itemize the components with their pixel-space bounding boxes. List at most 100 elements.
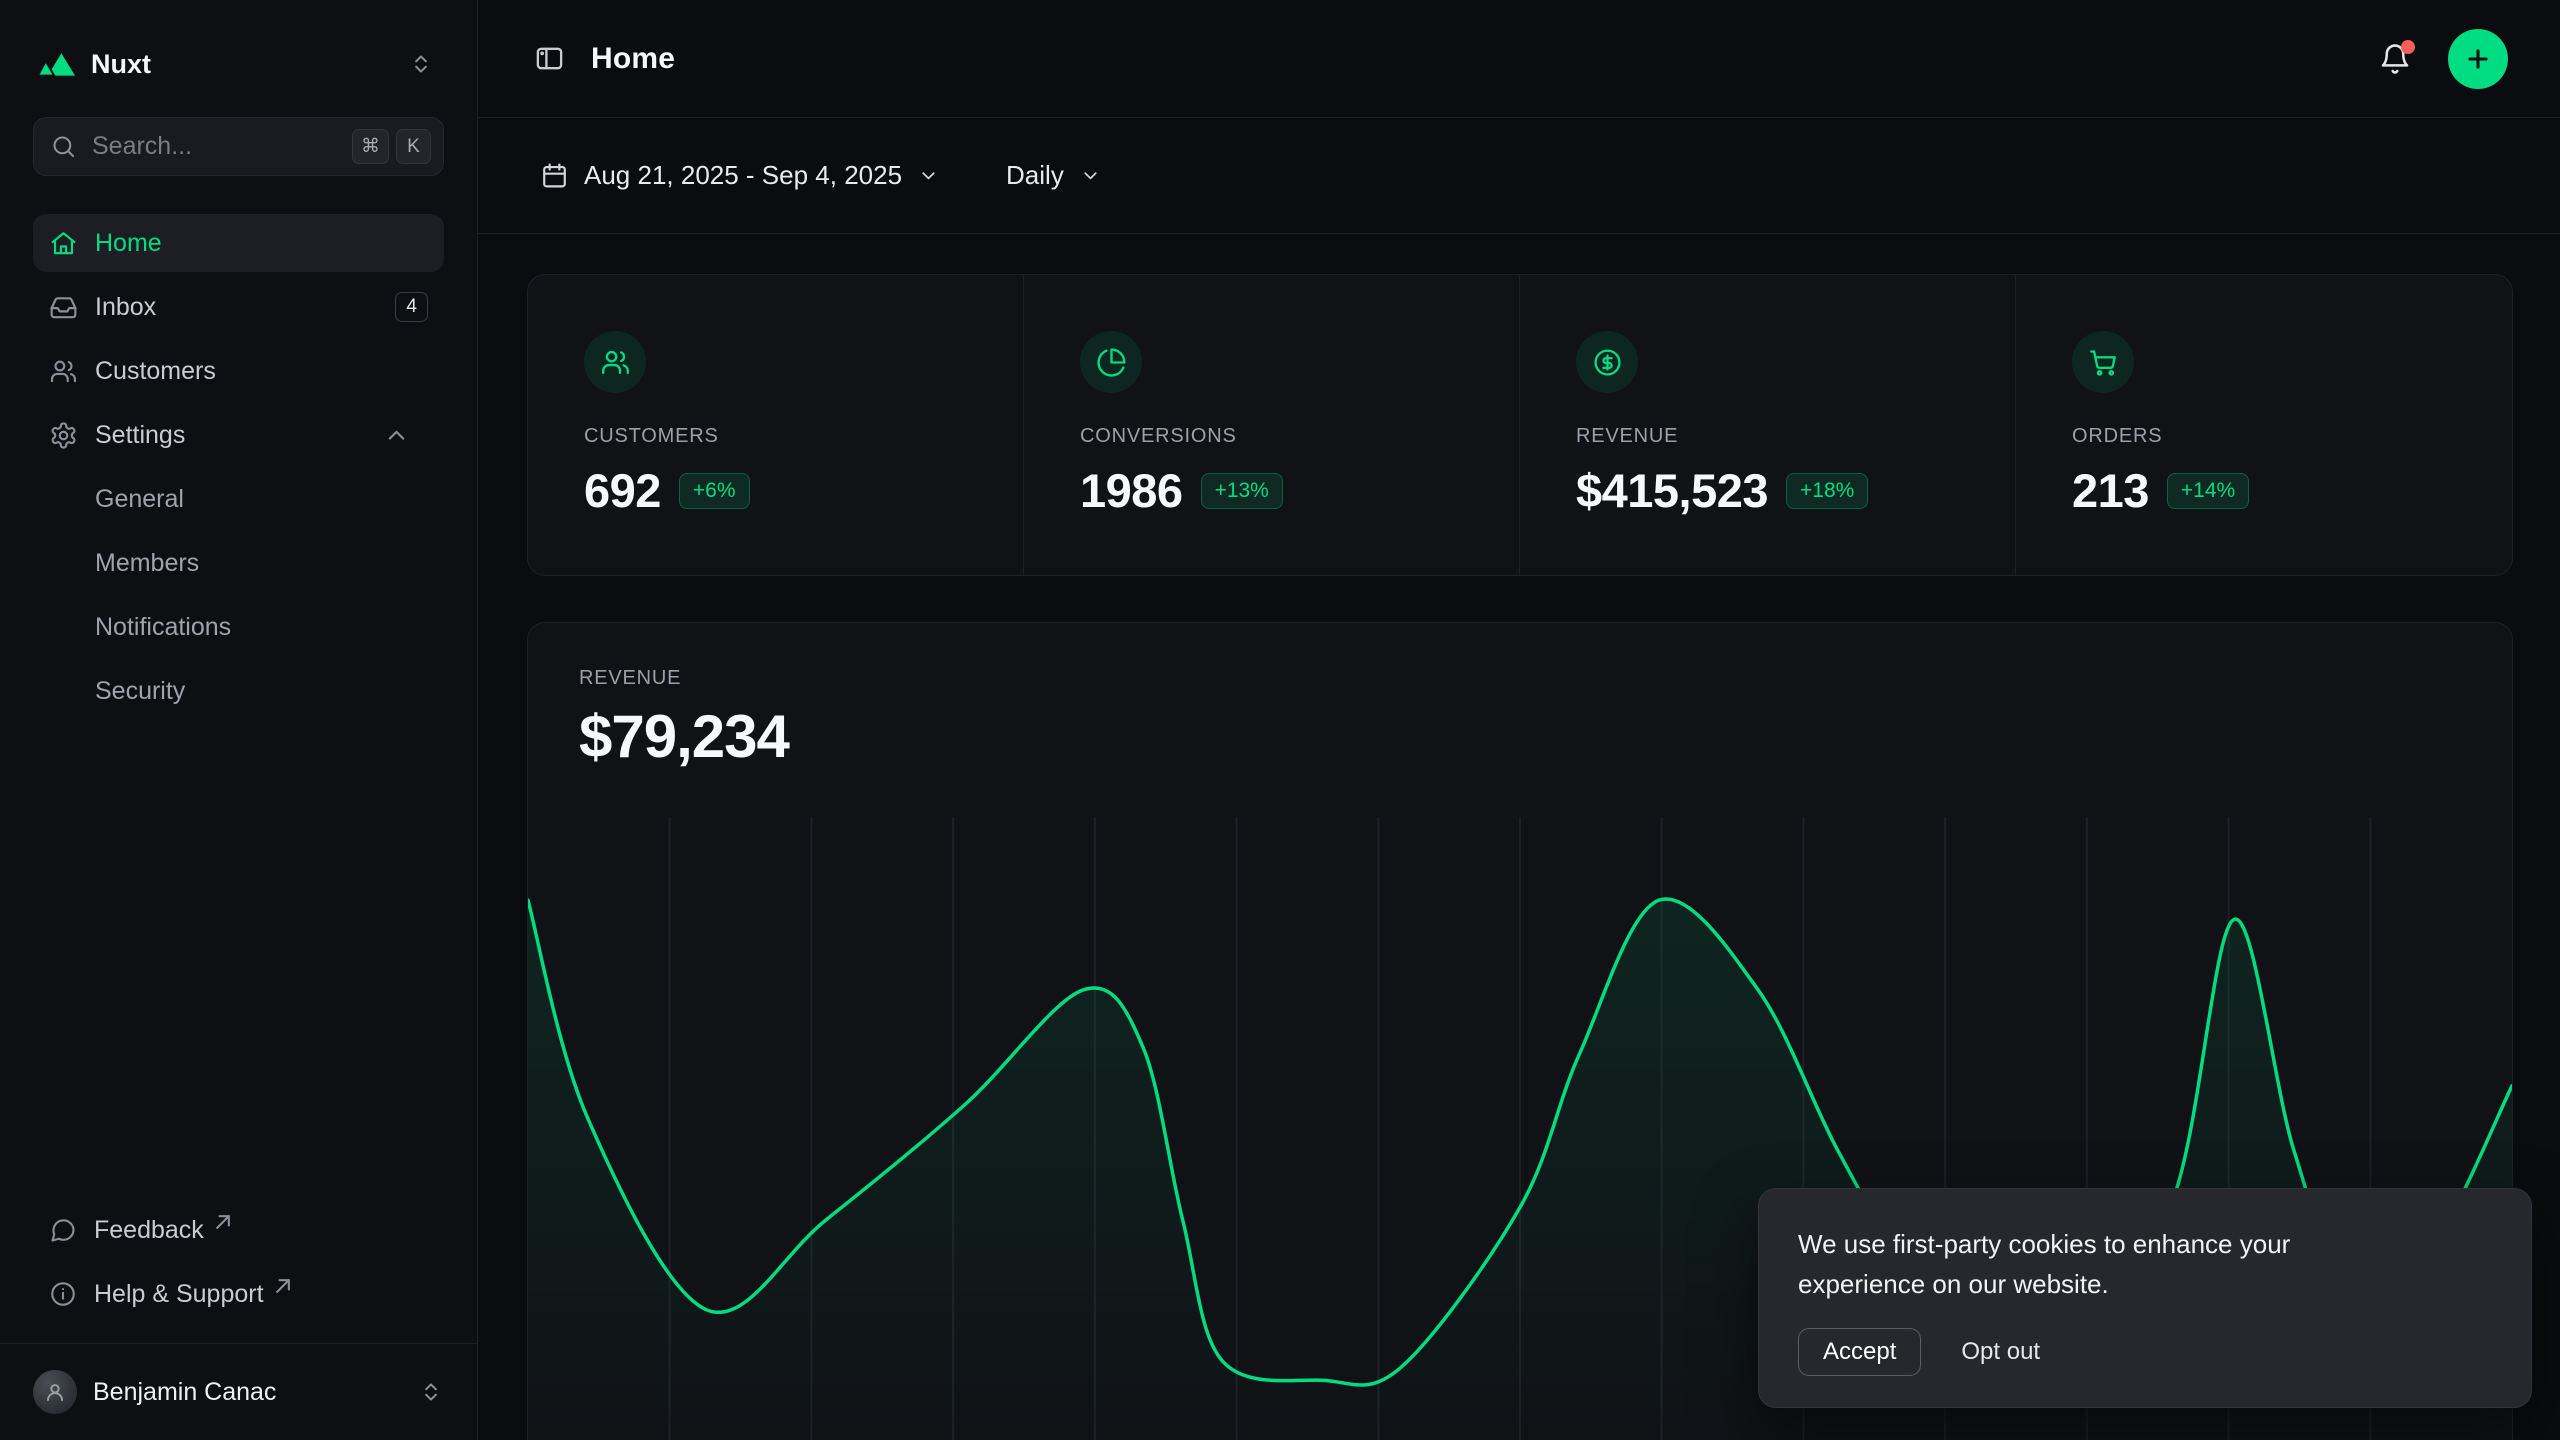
sidebar-item-home[interactable]: Home: [33, 214, 444, 272]
conversions-icon-badge: [1080, 331, 1142, 393]
cookie-banner: We use first-party cookies to enhance yo…: [1758, 1188, 2532, 1408]
sidebar-item-customers[interactable]: Customers: [33, 342, 444, 400]
stat-delta-badge: +13%: [1201, 473, 1283, 509]
add-button[interactable]: [2448, 29, 2508, 89]
stat-label: CUSTOMERS: [584, 425, 967, 448]
cookie-accept-button[interactable]: Accept: [1798, 1328, 1921, 1376]
notification-dot: [2401, 40, 2415, 54]
nav-label: Customers: [95, 357, 216, 386]
nav-label: Settings: [95, 421, 185, 450]
sidebar-top: Nuxt Search... ⌘ K: [0, 0, 477, 720]
topbar: Home: [478, 0, 2560, 118]
avatar: [33, 1370, 77, 1414]
sidebar-spacer: [0, 720, 477, 1201]
search-icon: [50, 133, 77, 160]
message-bubble-icon: [49, 1216, 77, 1244]
topbar-actions: [2378, 29, 2508, 89]
revenue-chart-label: REVENUE: [579, 667, 2461, 690]
shopping-cart-icon: [2088, 347, 2119, 378]
stat-delta-badge: +6%: [679, 473, 750, 509]
nav-label: Home: [95, 229, 162, 258]
nav-label: Members: [95, 549, 199, 578]
sidebar-item-inbox[interactable]: Inbox 4: [33, 278, 444, 336]
nav-label: Inbox: [95, 293, 156, 322]
users-icon: [49, 357, 78, 386]
chevrons-up-down-icon: [418, 1379, 444, 1405]
notifications-button[interactable]: [2378, 42, 2412, 76]
external-link-icon: [209, 1208, 237, 1236]
gear-icon: [49, 421, 78, 450]
chevron-down-icon: [917, 164, 940, 187]
stat-value: 213: [2072, 463, 2149, 518]
sidebar: Nuxt Search... ⌘ K: [0, 0, 478, 1440]
chevrons-up-down-icon: [408, 51, 434, 77]
feedback-link[interactable]: Feedback: [33, 1201, 444, 1259]
nav-label: General: [95, 485, 184, 514]
granularity-select[interactable]: Daily: [1006, 160, 1102, 191]
stat-orders[interactable]: ORDERS 213 +14%: [2016, 275, 2512, 575]
home-icon: [49, 229, 78, 258]
sidebar-item-members[interactable]: Members: [33, 534, 444, 592]
toolbar: Aug 21, 2025 - Sep 4, 2025 Daily: [478, 118, 2560, 234]
revenue-chart-total: $79,234: [579, 702, 2461, 771]
customers-icon-badge: [584, 331, 646, 393]
date-range-label: Aug 21, 2025 - Sep 4, 2025: [584, 160, 902, 191]
inbox-icon: [49, 293, 78, 322]
search-input[interactable]: Search... ⌘ K: [33, 117, 444, 176]
panel-left-icon: [534, 43, 565, 74]
stat-value: 692: [584, 463, 661, 518]
cookie-actions: Accept Opt out: [1798, 1328, 2492, 1376]
orders-icon-badge: [2072, 331, 2134, 393]
stat-delta-badge: +18%: [1786, 473, 1868, 509]
sidebar-item-settings[interactable]: Settings: [33, 406, 444, 464]
inbox-count-badge: 4: [395, 292, 428, 323]
stat-customers[interactable]: CUSTOMERS 692 +6%: [528, 275, 1024, 575]
sidebar-footer: Feedback Help & Support: [0, 1201, 477, 1323]
stats-card: CUSTOMERS 692 +6% CONVERSIONS 1986: [527, 274, 2513, 576]
stat-delta-badge: +14%: [2167, 473, 2249, 509]
users-icon: [600, 347, 631, 378]
stat-value: 1986: [1080, 463, 1183, 518]
stat-value: $415,523: [1576, 463, 1768, 518]
footer-link-label: Feedback: [94, 1216, 204, 1245]
chevron-up-icon: [382, 421, 411, 450]
nav-label: Security: [95, 677, 185, 706]
revenue-card-header: REVENUE $79,234: [528, 623, 2512, 771]
sidebar-item-general[interactable]: General: [33, 470, 444, 528]
sidebar-nav: Home Inbox 4 Customers: [33, 214, 444, 720]
calendar-icon: [540, 161, 569, 190]
stat-label: ORDERS: [2072, 425, 2456, 448]
plus-icon: [2463, 44, 2493, 74]
user-name: Benjamin Canac: [93, 1378, 276, 1407]
kbd-cmd: ⌘: [352, 129, 389, 164]
workspace-selector[interactable]: Nuxt: [33, 33, 444, 95]
sidebar-item-security[interactable]: Security: [33, 662, 444, 720]
stat-label: CONVERSIONS: [1080, 425, 1463, 448]
cookie-optout-button[interactable]: Opt out: [1961, 1338, 2040, 1366]
circle-dollar-icon: [1592, 347, 1623, 378]
stat-label: REVENUE: [1576, 425, 1959, 448]
help-support-link[interactable]: Help & Support: [33, 1265, 444, 1323]
date-range-picker[interactable]: Aug 21, 2025 - Sep 4, 2025: [540, 160, 940, 191]
page-title: Home: [591, 42, 675, 76]
person-icon: [42, 1379, 68, 1405]
search-shortcut: ⌘ K: [352, 129, 431, 164]
pie-chart-icon: [1096, 347, 1127, 378]
cookie-message: We use first-party cookies to enhance yo…: [1798, 1224, 2346, 1304]
sidebar-item-notifications[interactable]: Notifications: [33, 598, 444, 656]
chevron-down-icon: [1079, 164, 1102, 187]
search-placeholder: Search...: [92, 132, 192, 161]
revenue-icon-badge: [1576, 331, 1638, 393]
sidebar-toggle-button[interactable]: [534, 43, 565, 74]
nav-label: Notifications: [95, 613, 231, 642]
stat-conversions[interactable]: CONVERSIONS 1986 +13%: [1024, 275, 1520, 575]
info-circle-icon: [49, 1280, 77, 1308]
nuxt-logo-icon: [37, 50, 77, 78]
granularity-label: Daily: [1006, 160, 1064, 191]
user-menu[interactable]: Benjamin Canac: [0, 1343, 477, 1440]
workspace-name: Nuxt: [91, 49, 151, 80]
kbd-k: K: [396, 129, 431, 164]
stat-revenue[interactable]: REVENUE $415,523 +18%: [1520, 275, 2016, 575]
app-root: Nuxt Search... ⌘ K: [0, 0, 2560, 1440]
external-link-icon: [269, 1272, 297, 1300]
